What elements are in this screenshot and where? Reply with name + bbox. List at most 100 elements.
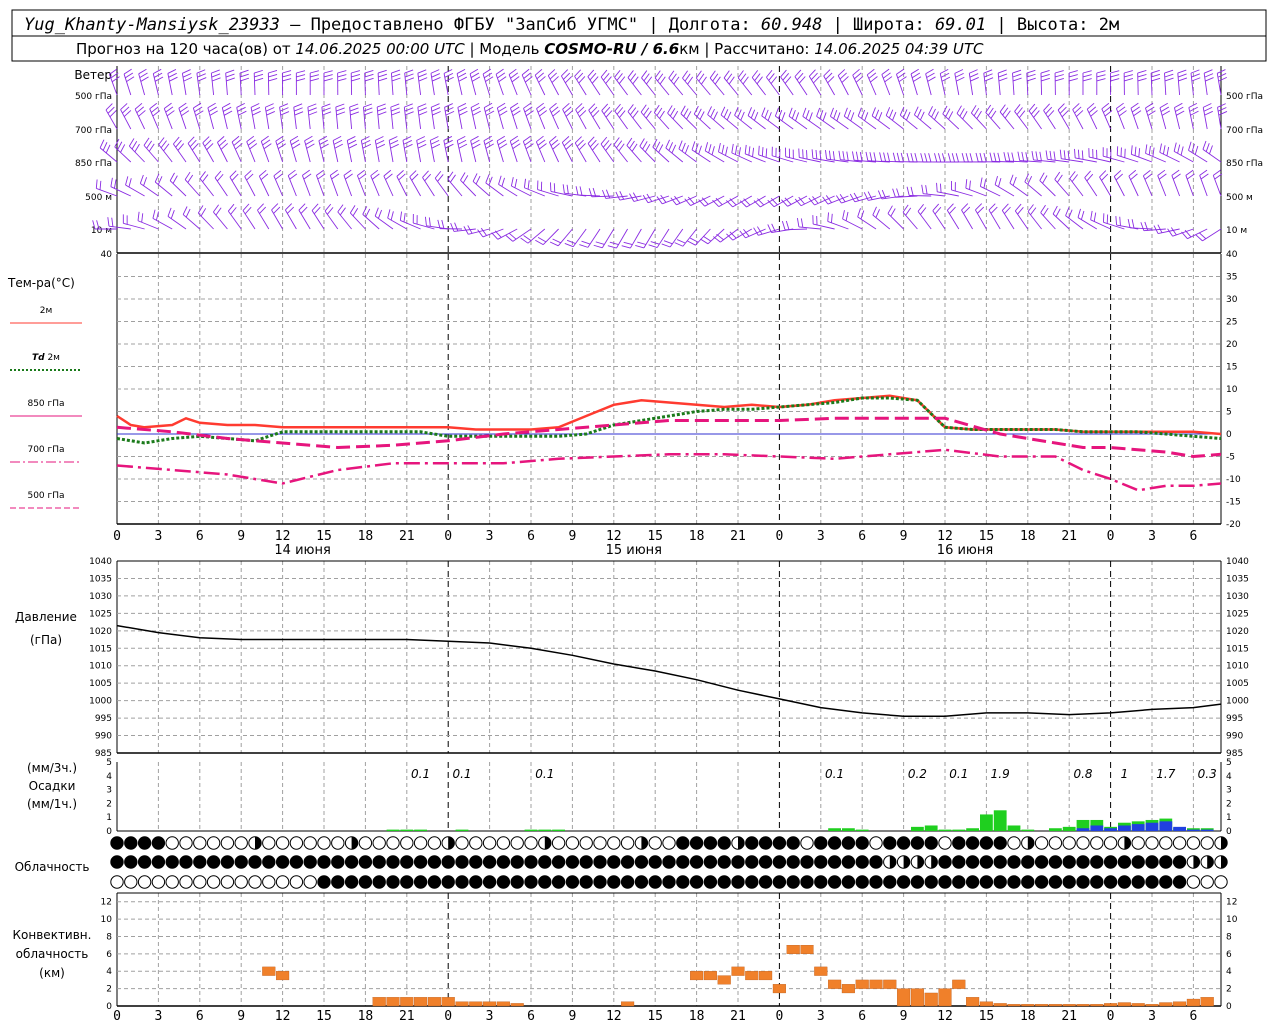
wind-barb [626,137,642,163]
wind-barb [549,228,573,247]
wind-barb [404,69,415,96]
conv-bar [966,997,980,1007]
pressure-y-ticks: 985 985990 990995 9951000 10001005 10051010 10… [89,557,1249,759]
wind-barb [1159,102,1171,130]
cloud-symbol [413,855,428,869]
wind-barb [906,152,932,163]
wind-barb [281,70,292,96]
conv-bar [938,988,952,1007]
precip-bar-3h [1062,826,1076,831]
wind-barb [1045,150,1070,163]
precip-bar-1h [1076,828,1090,831]
hour-label: 21 [1061,529,1077,544]
cloud-symbol [248,836,262,850]
precip-unit-1h: (мм/1ч.) [27,797,77,811]
wind-barb [329,169,340,197]
conv-bar [924,992,938,1007]
conv-tick-right: 6 [1226,950,1232,960]
cloud-symbol [303,875,317,889]
wind-barb [902,204,918,230]
conv-bar [386,997,400,1007]
precip-bar-1h [1173,826,1186,831]
cloud-symbol [855,855,869,869]
cloud-symbol [731,875,745,889]
conv-bar [745,971,759,981]
wind-barb [934,153,959,163]
cloud-symbol [1007,836,1021,850]
wind-barb [510,102,521,130]
cloud-symbol [676,836,690,850]
cloud-symbol [979,836,994,850]
wind-barb [956,105,973,130]
temp-tick-right: -20 [1226,520,1241,530]
wind-barb [932,203,946,230]
wind-barb [349,205,366,230]
wind-barb [374,207,394,230]
cloud-symbol [317,855,331,869]
wind-barb [470,135,481,163]
conv-tick-right: 12 [1226,898,1237,908]
wind-barb [614,103,628,130]
precip-value-label: 0.1 [452,767,471,781]
cloud-symbol [1200,836,1214,850]
precip-bar-1h [1104,828,1117,831]
hour-label-bottom: 15 [647,1009,663,1024]
meteogram: Yug_Khanty-Mansiysk_23933 – Предоставлен… [7,9,1267,1024]
wind-barb [143,137,159,163]
cloud-symbol [289,836,304,850]
wind-barb [1040,204,1056,230]
pressure-tick-right: 1030 [1226,592,1249,602]
wind-barb [653,104,670,130]
cloud-symbol [634,836,649,850]
precip-value-labels: 0.1 0.1 0.1 0.1 0.2 0.1 1.9 0.8 1 1.7 0.3 [411,767,1217,781]
wind-barb [346,136,358,163]
conv-bar [262,966,276,976]
wind-barb [920,153,946,163]
precip-tick-left: 1 [106,813,112,823]
cloud-symbol [731,836,745,850]
precip-bar-3h [400,829,414,831]
cloud-symbol [758,855,773,869]
cloud-symbol [455,836,469,850]
wind-barb [997,69,1008,96]
precip-bar-3h [1007,825,1021,831]
precip-bar-3h [966,828,979,831]
cloud-symbol [1172,875,1187,889]
hour-label: 0 [444,529,452,544]
cloud-symbol [579,836,593,850]
conv-bar [1117,1002,1131,1007]
conv-bar [1062,1004,1076,1007]
precip-value-label: 1.7 [1156,767,1175,781]
wind-barb [321,103,332,130]
hour-label: 15 [647,529,663,544]
cloud-symbol [620,836,635,850]
wind-barb [430,103,441,130]
wind-barb [1157,169,1167,197]
wind-level-right: 850 гПа [1226,159,1263,169]
precip-bar-3h [1049,828,1062,831]
cloud-symbol [703,836,718,850]
wind-barb [771,146,794,163]
wind-barb [307,103,318,130]
wind-barb [602,189,628,199]
cloud-symbol [1090,836,1104,850]
wind-barb [1145,102,1156,130]
wind-barb [1043,103,1056,130]
cloud-symbol [1048,855,1063,869]
temp-tick-right: 30 [1226,295,1238,305]
wind-barb [496,102,508,130]
cloud-symbol [1021,875,1035,889]
precip-bars [386,810,1214,831]
hour-labels-bottom: 0 3 6 9 12 15 18 21 0 3 6 9 12 15 18 21 0 3 6 9 12 15 18 21 0 3 6 [113,1009,1197,1024]
conv-bar [731,966,745,976]
precip-title: Осадки [29,779,76,793]
wind-barb [402,136,413,163]
cloud-symbol [538,836,552,850]
wind-barb [640,104,656,130]
cloud-symbol [496,836,511,850]
cloud-symbol [427,855,442,869]
hour-label-bottom: 12 [606,1009,622,1024]
pressure-tick-left: 1005 [89,679,112,689]
cloud-symbol [386,875,400,889]
cloud-symbol [827,875,842,889]
